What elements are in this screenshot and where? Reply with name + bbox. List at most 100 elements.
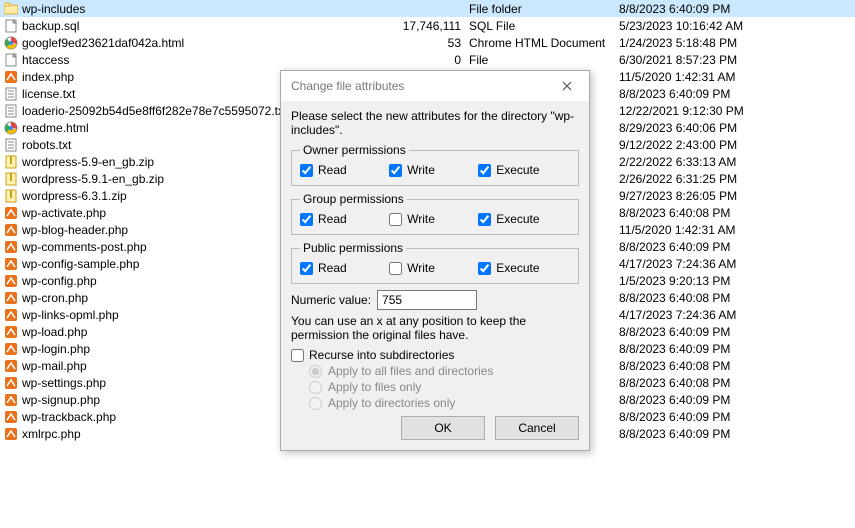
owner-read[interactable]: Read xyxy=(300,163,389,177)
owner-write-checkbox[interactable] xyxy=(389,164,402,177)
php-icon xyxy=(4,376,18,390)
owner-execute[interactable]: Execute xyxy=(478,163,567,177)
file-date: 4/17/2023 7:24:36 AM xyxy=(615,255,855,272)
group-read-checkbox[interactable] xyxy=(300,213,313,226)
folder-icon xyxy=(4,2,18,16)
file-date: 8/8/2023 6:40:09 PM xyxy=(615,238,855,255)
file-name: license.txt xyxy=(22,87,75,101)
php-icon xyxy=(4,359,18,373)
php-icon xyxy=(4,325,18,339)
file-name: wp-activate.php xyxy=(22,206,106,220)
php-icon xyxy=(4,393,18,407)
owner-legend: Owner permissions xyxy=(300,143,409,157)
file-icon xyxy=(4,53,18,67)
file-name: wp-config.php xyxy=(22,274,97,288)
file-date: 8/8/2023 6:40:09 PM xyxy=(615,323,855,340)
file-size: 0 xyxy=(385,51,465,68)
file-date: 8/8/2023 6:40:09 PM xyxy=(615,0,855,17)
file-name: backup.sql xyxy=(22,19,79,33)
file-type: File folder xyxy=(465,0,615,17)
file-name: wp-trackback.php xyxy=(22,410,116,424)
recurse-options: Apply to all files and directories Apply… xyxy=(309,364,579,410)
file-date: 8/8/2023 6:40:09 PM xyxy=(615,425,855,442)
file-name: wordpress-5.9.1-en_gb.zip xyxy=(22,172,164,186)
chrome-icon xyxy=(4,121,18,135)
table-row[interactable]: wp-includes File folder8/8/2023 6:40:09 P… xyxy=(0,0,855,17)
public-execute-checkbox[interactable] xyxy=(478,262,491,275)
file-date: 9/27/2023 8:26:05 PM xyxy=(615,187,855,204)
file-name: htaccess xyxy=(22,53,69,67)
php-icon xyxy=(4,240,18,254)
public-execute[interactable]: Execute xyxy=(478,261,567,275)
change-attributes-dialog: Change file attributes Please select the… xyxy=(280,70,590,451)
public-write-checkbox[interactable] xyxy=(389,262,402,275)
table-row[interactable]: htaccess0File6/30/2021 8:57:23 PM xyxy=(0,51,855,68)
file-name: wp-config-sample.php xyxy=(22,257,139,271)
zip-icon xyxy=(4,189,18,203)
close-icon[interactable] xyxy=(553,75,581,97)
recurse-checkbox-row[interactable]: Recurse into subdirectories xyxy=(291,348,579,362)
file-type: File xyxy=(465,51,615,68)
file-date: 8/8/2023 6:40:08 PM xyxy=(615,289,855,306)
public-write[interactable]: Write xyxy=(389,261,478,275)
php-icon xyxy=(4,308,18,322)
permission-hint: You can use an x at any position to keep… xyxy=(291,314,579,342)
zip-icon xyxy=(4,172,18,186)
file-date: 8/8/2023 6:40:09 PM xyxy=(615,408,855,425)
file-name: wp-settings.php xyxy=(22,376,106,390)
file-size xyxy=(385,0,465,17)
recurse-checkbox[interactable] xyxy=(291,349,304,362)
file-name: googlef9ed23621daf042a.html xyxy=(22,36,184,50)
file-date: 8/8/2023 6:40:08 PM xyxy=(615,374,855,391)
file-name: wp-comments-post.php xyxy=(22,240,147,254)
ok-button[interactable]: OK xyxy=(401,416,485,440)
group-write-checkbox[interactable] xyxy=(389,213,402,226)
file-name: wp-signup.php xyxy=(22,393,100,407)
group-execute[interactable]: Execute xyxy=(478,212,567,226)
php-icon xyxy=(4,206,18,220)
group-write[interactable]: Write xyxy=(389,212,478,226)
file-name: wp-login.php xyxy=(22,342,90,356)
file-name: wp-blog-header.php xyxy=(22,223,128,237)
file-size: 17,746,111 xyxy=(385,17,465,34)
file-date: 8/8/2023 6:40:09 PM xyxy=(615,340,855,357)
file-date: 2/26/2022 6:31:25 PM xyxy=(615,170,855,187)
table-row[interactable]: backup.sql 17,746,111SQL File5/23/2023 10… xyxy=(0,17,855,34)
file-name: xmlrpc.php xyxy=(22,427,81,441)
file-type: SQL File xyxy=(465,17,615,34)
public-read[interactable]: Read xyxy=(300,261,389,275)
file-date: 9/12/2022 2:43:00 PM xyxy=(615,136,855,153)
numeric-value-input[interactable] xyxy=(377,290,477,310)
table-row[interactable]: googlef9ed23621daf042a.html53Chrome HTML… xyxy=(0,34,855,51)
radio-apply-all: Apply to all files and directories xyxy=(309,364,579,378)
cancel-button[interactable]: Cancel xyxy=(495,416,579,440)
dialog-titlebar[interactable]: Change file attributes xyxy=(281,71,589,101)
public-read-checkbox[interactable] xyxy=(300,262,313,275)
file-name: loaderio-25092b54d5e8ff6f282e78e7c559507… xyxy=(22,104,287,118)
file-date: 8/8/2023 6:40:08 PM xyxy=(615,204,855,221)
owner-read-checkbox[interactable] xyxy=(300,164,313,177)
php-icon xyxy=(4,257,18,271)
php-icon xyxy=(4,291,18,305)
file-name: wp-includes xyxy=(22,2,85,16)
file-name: wordpress-6.3.1.zip xyxy=(22,189,127,203)
file-size: 53 xyxy=(385,34,465,51)
file-name: wordpress-5.9-en_gb.zip xyxy=(22,155,154,169)
file-date: 4/17/2023 7:24:36 AM xyxy=(615,306,855,323)
public-permissions-group: Public permissions Read Write Execute xyxy=(291,241,579,284)
owner-permissions-group: Owner permissions Read Write Execute xyxy=(291,143,579,186)
file-date: 8/8/2023 6:40:08 PM xyxy=(615,357,855,374)
file-date: 8/8/2023 6:40:09 PM xyxy=(615,391,855,408)
owner-execute-checkbox[interactable] xyxy=(478,164,491,177)
group-permissions-group: Group permissions Read Write Execute xyxy=(291,192,579,235)
group-read[interactable]: Read xyxy=(300,212,389,226)
owner-write[interactable]: Write xyxy=(389,163,478,177)
group-execute-checkbox[interactable] xyxy=(478,213,491,226)
file-date: 5/23/2023 10:16:42 AM xyxy=(615,17,855,34)
php-icon xyxy=(4,410,18,424)
file-date: 1/5/2023 9:20:13 PM xyxy=(615,272,855,289)
file-date: 8/8/2023 6:40:09 PM xyxy=(615,85,855,102)
file-name: index.php xyxy=(22,70,74,84)
file-date: 11/5/2020 1:42:31 AM xyxy=(615,221,855,238)
php-icon xyxy=(4,70,18,84)
